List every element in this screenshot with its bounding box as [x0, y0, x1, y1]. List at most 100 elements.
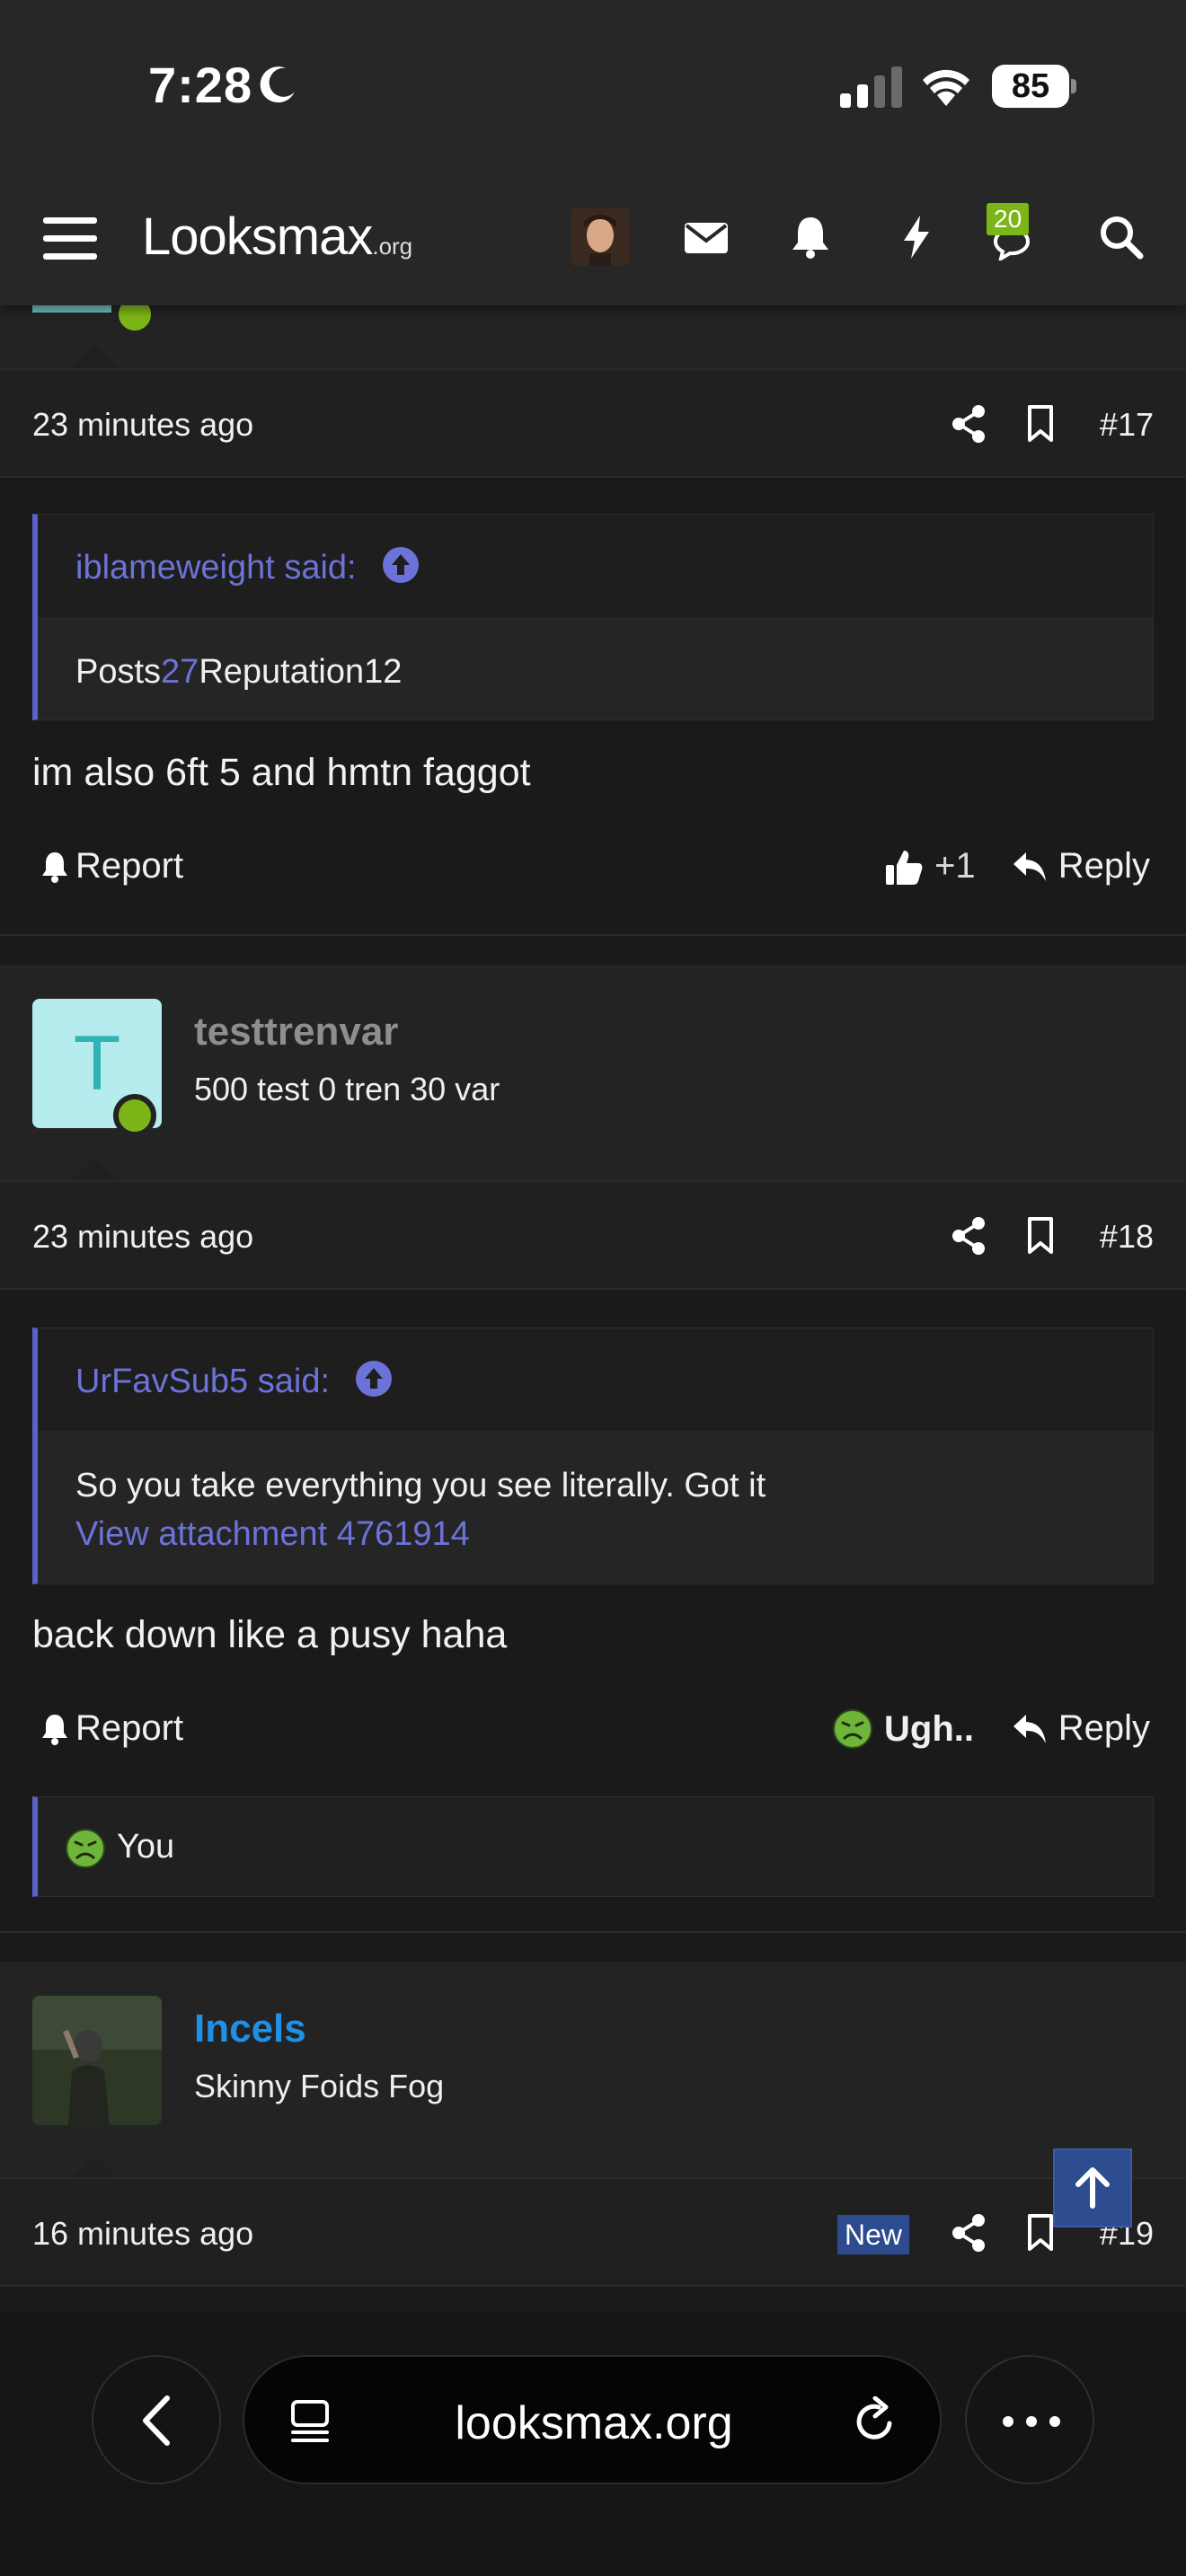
- reply-button[interactable]: Reply: [1012, 846, 1150, 887]
- message-pointer: [70, 345, 120, 368]
- quote-content: Posts27Reputation12: [38, 617, 1153, 727]
- scroll-to-top-button[interactable]: [1053, 2148, 1132, 2228]
- wifi-icon: [923, 69, 969, 106]
- sick-face-icon: [66, 1829, 105, 1868]
- reply-icon: [1013, 1714, 1046, 1743]
- post-meta-18: 23 minutes ago #18: [0, 1180, 1186, 1290]
- attachment-link[interactable]: View attachment 4761914: [75, 1510, 1115, 1558]
- quote-text: So you take everything you see literally…: [75, 1467, 766, 1504]
- site-logo[interactable]: Looksmax.org: [142, 207, 412, 267]
- report-label: Report: [75, 1708, 184, 1748]
- arrow-up-icon: [1075, 2167, 1110, 2209]
- user-row-fragment: [0, 293, 1186, 368]
- arrow-up-circle-icon[interactable]: [381, 545, 420, 585]
- post-time[interactable]: 23 minutes ago: [32, 1218, 253, 1256]
- report-button[interactable]: Report: [40, 1708, 183, 1749]
- cellular-signal-icon: [840, 66, 902, 108]
- reply-icon: [1013, 851, 1046, 881]
- message-pointer: [70, 2156, 120, 2179]
- sick-face-icon: [833, 1709, 872, 1749]
- share-icon[interactable]: [951, 1216, 987, 1256]
- notifications-badge: 20: [987, 203, 1030, 235]
- lightning-icon[interactable]: [893, 214, 940, 260]
- user-title: Skinny Foids Fog: [194, 2068, 445, 2104]
- battery-icon: 85: [992, 65, 1076, 108]
- post-separator: [0, 934, 1186, 965]
- quote-block: UrFavSub5 said: So you take everything y…: [32, 1328, 1154, 1584]
- logo-tld: .org: [372, 233, 413, 260]
- reactions-summary[interactable]: You: [32, 1796, 1154, 1897]
- user-row-18: T testtrenvar 500 test 0 tren 30 var: [0, 965, 1186, 1180]
- bell-icon[interactable]: [787, 214, 834, 260]
- quote-content: So you take everything you see literally…: [38, 1431, 1153, 1589]
- quote-header: iblameweight said:: [38, 515, 1153, 617]
- new-badge: New: [837, 2215, 910, 2254]
- more-options-button[interactable]: [965, 2355, 1094, 2484]
- user-avatar[interactable]: [32, 1996, 162, 2125]
- account-avatar[interactable]: [571, 208, 629, 266]
- quote-rep-value: 12: [364, 653, 403, 691]
- site-header: Looksmax.org 20: [0, 189, 1186, 305]
- reply-button[interactable]: Reply: [1012, 1708, 1150, 1749]
- online-indicator: [113, 1094, 156, 1137]
- url-text: looksmax.org: [455, 2397, 733, 2449]
- reaction-label: Ugh..: [884, 1708, 974, 1749]
- reacted-by: You: [117, 1828, 175, 1866]
- bookmark-icon[interactable]: [1024, 404, 1057, 444]
- post-body: back down like a pusy haha: [32, 1613, 508, 1656]
- chevron-left-icon: [143, 2395, 170, 2446]
- bookmark-icon[interactable]: [1024, 1216, 1057, 1256]
- back-button[interactable]: [92, 2355, 221, 2484]
- post-body: im also 6ft 5 and hmtn faggot: [32, 751, 531, 794]
- quote-author[interactable]: UrFavSub5 said:: [75, 1363, 330, 1401]
- reaction-button[interactable]: Ugh..: [832, 1708, 974, 1750]
- quote-header: UrFavSub5 said:: [38, 1328, 1153, 1431]
- bookmark-icon[interactable]: [1024, 2213, 1057, 2253]
- ellipsis-icon: [1003, 2416, 1060, 2427]
- battery-level: 85: [992, 65, 1069, 108]
- post-time[interactable]: 16 minutes ago: [32, 2215, 253, 2253]
- quote-rep-label: Reputation: [199, 653, 365, 691]
- post-meta-17: 23 minutes ago #17: [0, 368, 1186, 478]
- menu-icon[interactable]: [43, 212, 97, 266]
- bell-icon: [42, 851, 67, 883]
- avatar-image: [571, 208, 629, 266]
- thumbs-up-icon: [886, 850, 923, 885]
- post-meta-19: 16 minutes ago New #19: [0, 2177, 1186, 2287]
- post-number[interactable]: #18: [1100, 1218, 1154, 1256]
- post-actions: Report Ugh.. Reply: [0, 1681, 1186, 1780]
- username[interactable]: Incels: [194, 2007, 306, 2051]
- status-time: 7:28: [148, 57, 253, 113]
- status-bar: 7:28 85: [0, 0, 1186, 189]
- mail-icon[interactable]: [683, 214, 730, 260]
- browser-toolbar: looksmax.org: [0, 2312, 1186, 2576]
- quote-posts-value: 27: [161, 653, 199, 691]
- arrow-up-circle-icon[interactable]: [354, 1359, 394, 1398]
- message-pointer: [70, 1159, 120, 1182]
- address-bar[interactable]: looksmax.org: [243, 2355, 942, 2484]
- share-icon[interactable]: [951, 404, 987, 444]
- user-row-19: Incels Skinny Foids Fog: [0, 1962, 1186, 2177]
- user-title: 500 test 0 tren 30 var: [194, 1071, 500, 1107]
- search-icon[interactable]: [1098, 214, 1145, 260]
- avatar-fragment: [32, 305, 111, 313]
- quote-block: iblameweight said: Posts27Reputation12: [32, 514, 1154, 720]
- post-number[interactable]: #17: [1100, 406, 1154, 444]
- reply-label: Reply: [1058, 846, 1150, 886]
- report-button[interactable]: Report: [40, 846, 183, 887]
- quote-posts-label: Posts: [75, 653, 162, 691]
- avatar-image: [32, 1996, 162, 2125]
- reload-icon[interactable]: [852, 2396, 898, 2447]
- reaction-button[interactable]: +1: [884, 846, 976, 887]
- reply-label: Reply: [1058, 1708, 1150, 1748]
- logo-text: Looksmax: [142, 207, 373, 266]
- quote-author[interactable]: iblameweight said:: [75, 549, 357, 587]
- reaction-count: +1: [934, 846, 976, 886]
- post-separator: [0, 1931, 1186, 1962]
- moon-icon: [260, 66, 295, 103]
- post-time[interactable]: 23 minutes ago: [32, 406, 253, 444]
- username[interactable]: testtrenvar: [194, 1010, 398, 1054]
- post-actions: Report +1 Reply: [0, 819, 1186, 918]
- share-icon[interactable]: [951, 2213, 987, 2253]
- report-label: Report: [75, 846, 184, 886]
